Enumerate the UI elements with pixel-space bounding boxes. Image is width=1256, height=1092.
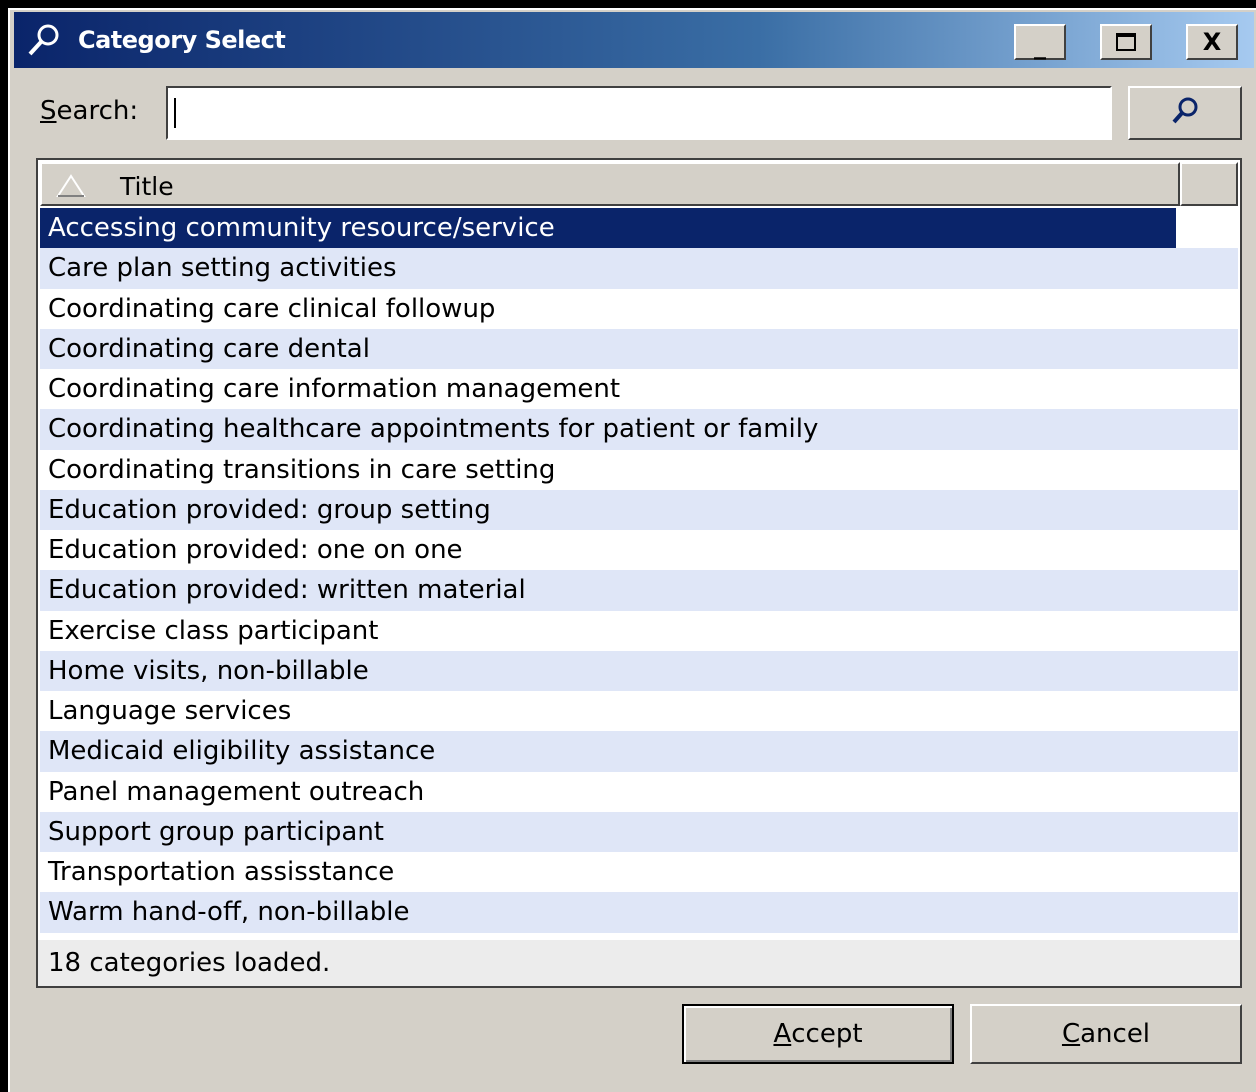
- list-item-label: Education provided: one on one: [48, 535, 463, 565]
- list-item-label: Education provided: group setting: [48, 494, 491, 525]
- minimize-button[interactable]: _: [1014, 24, 1066, 60]
- list-item-label: Transportation assisstance: [48, 857, 395, 887]
- list-item[interactable]: Coordinating care dental: [40, 328, 1238, 369]
- cancel-label: ancel: [1080, 1019, 1151, 1049]
- list-item-label: Panel management outreach: [48, 776, 425, 807]
- sort-ascending-icon: [56, 174, 86, 197]
- search-icon: [28, 24, 59, 56]
- list-item[interactable]: Medicaid eligibility assistance: [40, 731, 1238, 772]
- list-item-label: Language services: [48, 696, 292, 726]
- list-item[interactable]: Panel management outreach: [40, 772, 1238, 812]
- search-icon: [1172, 97, 1198, 124]
- list-item[interactable]: Language services: [40, 691, 1238, 731]
- list-item[interactable]: Education provided: group setting: [40, 489, 1238, 530]
- list-item-label: Warm hand-off, non-billable: [48, 897, 410, 928]
- column-header-filler: [1180, 162, 1238, 206]
- search-label-text: earch:: [56, 96, 139, 126]
- list-item-label: Coordinating transitions in care setting: [48, 454, 556, 485]
- list-item[interactable]: Coordinating care clinical followup: [40, 289, 1238, 329]
- window-title: Category Select: [78, 26, 286, 54]
- list-item[interactable]: Exercise class participant: [40, 611, 1238, 651]
- close-button[interactable]: X: [1186, 24, 1238, 60]
- close-icon: X: [1202, 28, 1222, 56]
- category-list[interactable]: Title Accessing community resource/servi…: [36, 158, 1242, 988]
- list-item[interactable]: Coordinating healthcare appointments for…: [40, 409, 1238, 450]
- title-bar[interactable]: Category Select _ X: [14, 12, 1254, 68]
- list-item-label: Support group participant: [48, 816, 384, 847]
- list-item-label: Coordinating care clinical followup: [48, 293, 496, 324]
- cancel-access-key: C: [1061, 1019, 1081, 1049]
- accept-access-key: A: [773, 1019, 792, 1049]
- text-caret: [174, 98, 176, 128]
- accept-button[interactable]: Accept: [682, 1004, 954, 1064]
- list-item[interactable]: Accessing community resource/service: [40, 208, 1176, 249]
- status-text: 18 categories loaded.: [48, 948, 331, 978]
- search-label-access-key: S: [40, 96, 57, 126]
- search-button[interactable]: [1128, 86, 1242, 140]
- list-item[interactable]: Education provided: written material: [40, 570, 1238, 611]
- list-item[interactable]: Education provided: one on one: [40, 530, 1238, 570]
- list-item-label: Coordinating care information management: [48, 374, 621, 404]
- minimize-icon: _: [1034, 32, 1046, 60]
- column-header-title[interactable]: Title: [40, 162, 1180, 206]
- search-input[interactable]: [166, 86, 1112, 140]
- list-item[interactable]: Care plan setting activities: [40, 248, 1238, 289]
- list-rows: Accessing community resource/service Care…: [40, 208, 1238, 933]
- list-header: Title: [40, 162, 1238, 206]
- list-item-label: Coordinating care dental: [48, 333, 370, 364]
- list-item-label: Accessing community resource/service: [48, 213, 555, 243]
- search-label: Search:: [40, 96, 138, 126]
- maximize-icon: [1116, 33, 1136, 51]
- list-item-label: Exercise class participant: [48, 615, 379, 646]
- list-item-label: Care plan setting activities: [48, 253, 397, 284]
- column-title-label: Title: [120, 172, 174, 201]
- list-item-label: Coordinating healthcare appointments for…: [48, 414, 819, 445]
- list-item[interactable]: Transportation assisstance: [40, 852, 1238, 892]
- list-item-label: Education provided: written material: [48, 575, 526, 606]
- list-item-label: Medicaid eligibility assistance: [48, 736, 436, 767]
- list-item-label: Home visits, non-billable: [48, 655, 369, 686]
- list-item[interactable]: Support group participant: [40, 811, 1238, 852]
- cancel-button[interactable]: Cancel: [970, 1004, 1242, 1064]
- list-item[interactable]: Home visits, non-billable: [40, 650, 1238, 691]
- accept-label: ccept: [791, 1019, 863, 1049]
- maximize-button[interactable]: [1100, 24, 1152, 60]
- list-item[interactable]: Coordinating care information management: [40, 369, 1238, 409]
- list-item[interactable]: Warm hand-off, non-billable: [40, 892, 1238, 933]
- list-item[interactable]: Coordinating transitions in care setting: [40, 450, 1238, 490]
